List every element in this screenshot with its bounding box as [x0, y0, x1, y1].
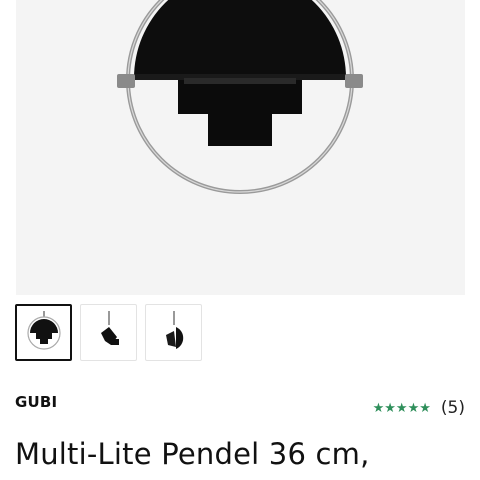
pendant-front-view-icon	[26, 310, 61, 350]
review-count: (5)	[440, 398, 465, 418]
product-rating[interactable]: ★★★★★ (5)	[373, 398, 465, 418]
brand-name[interactable]: GUBI	[15, 393, 57, 411]
star-rating-icon: ★★★★★	[372, 400, 431, 416]
thumbnail-side[interactable]	[80, 304, 137, 361]
pendant-lamp-image	[117, 0, 363, 194]
product-title: Multi-Lite Pendel 36 cm,	[15, 437, 370, 471]
thumbnail-angled[interactable]	[145, 304, 202, 361]
pendant-angled-view-icon	[165, 310, 183, 349]
thumbnail-front[interactable]	[15, 304, 72, 361]
product-main-image[interactable]	[16, 0, 465, 295]
pendant-side-view-icon	[100, 310, 119, 345]
thumbnail-strip	[15, 304, 202, 361]
